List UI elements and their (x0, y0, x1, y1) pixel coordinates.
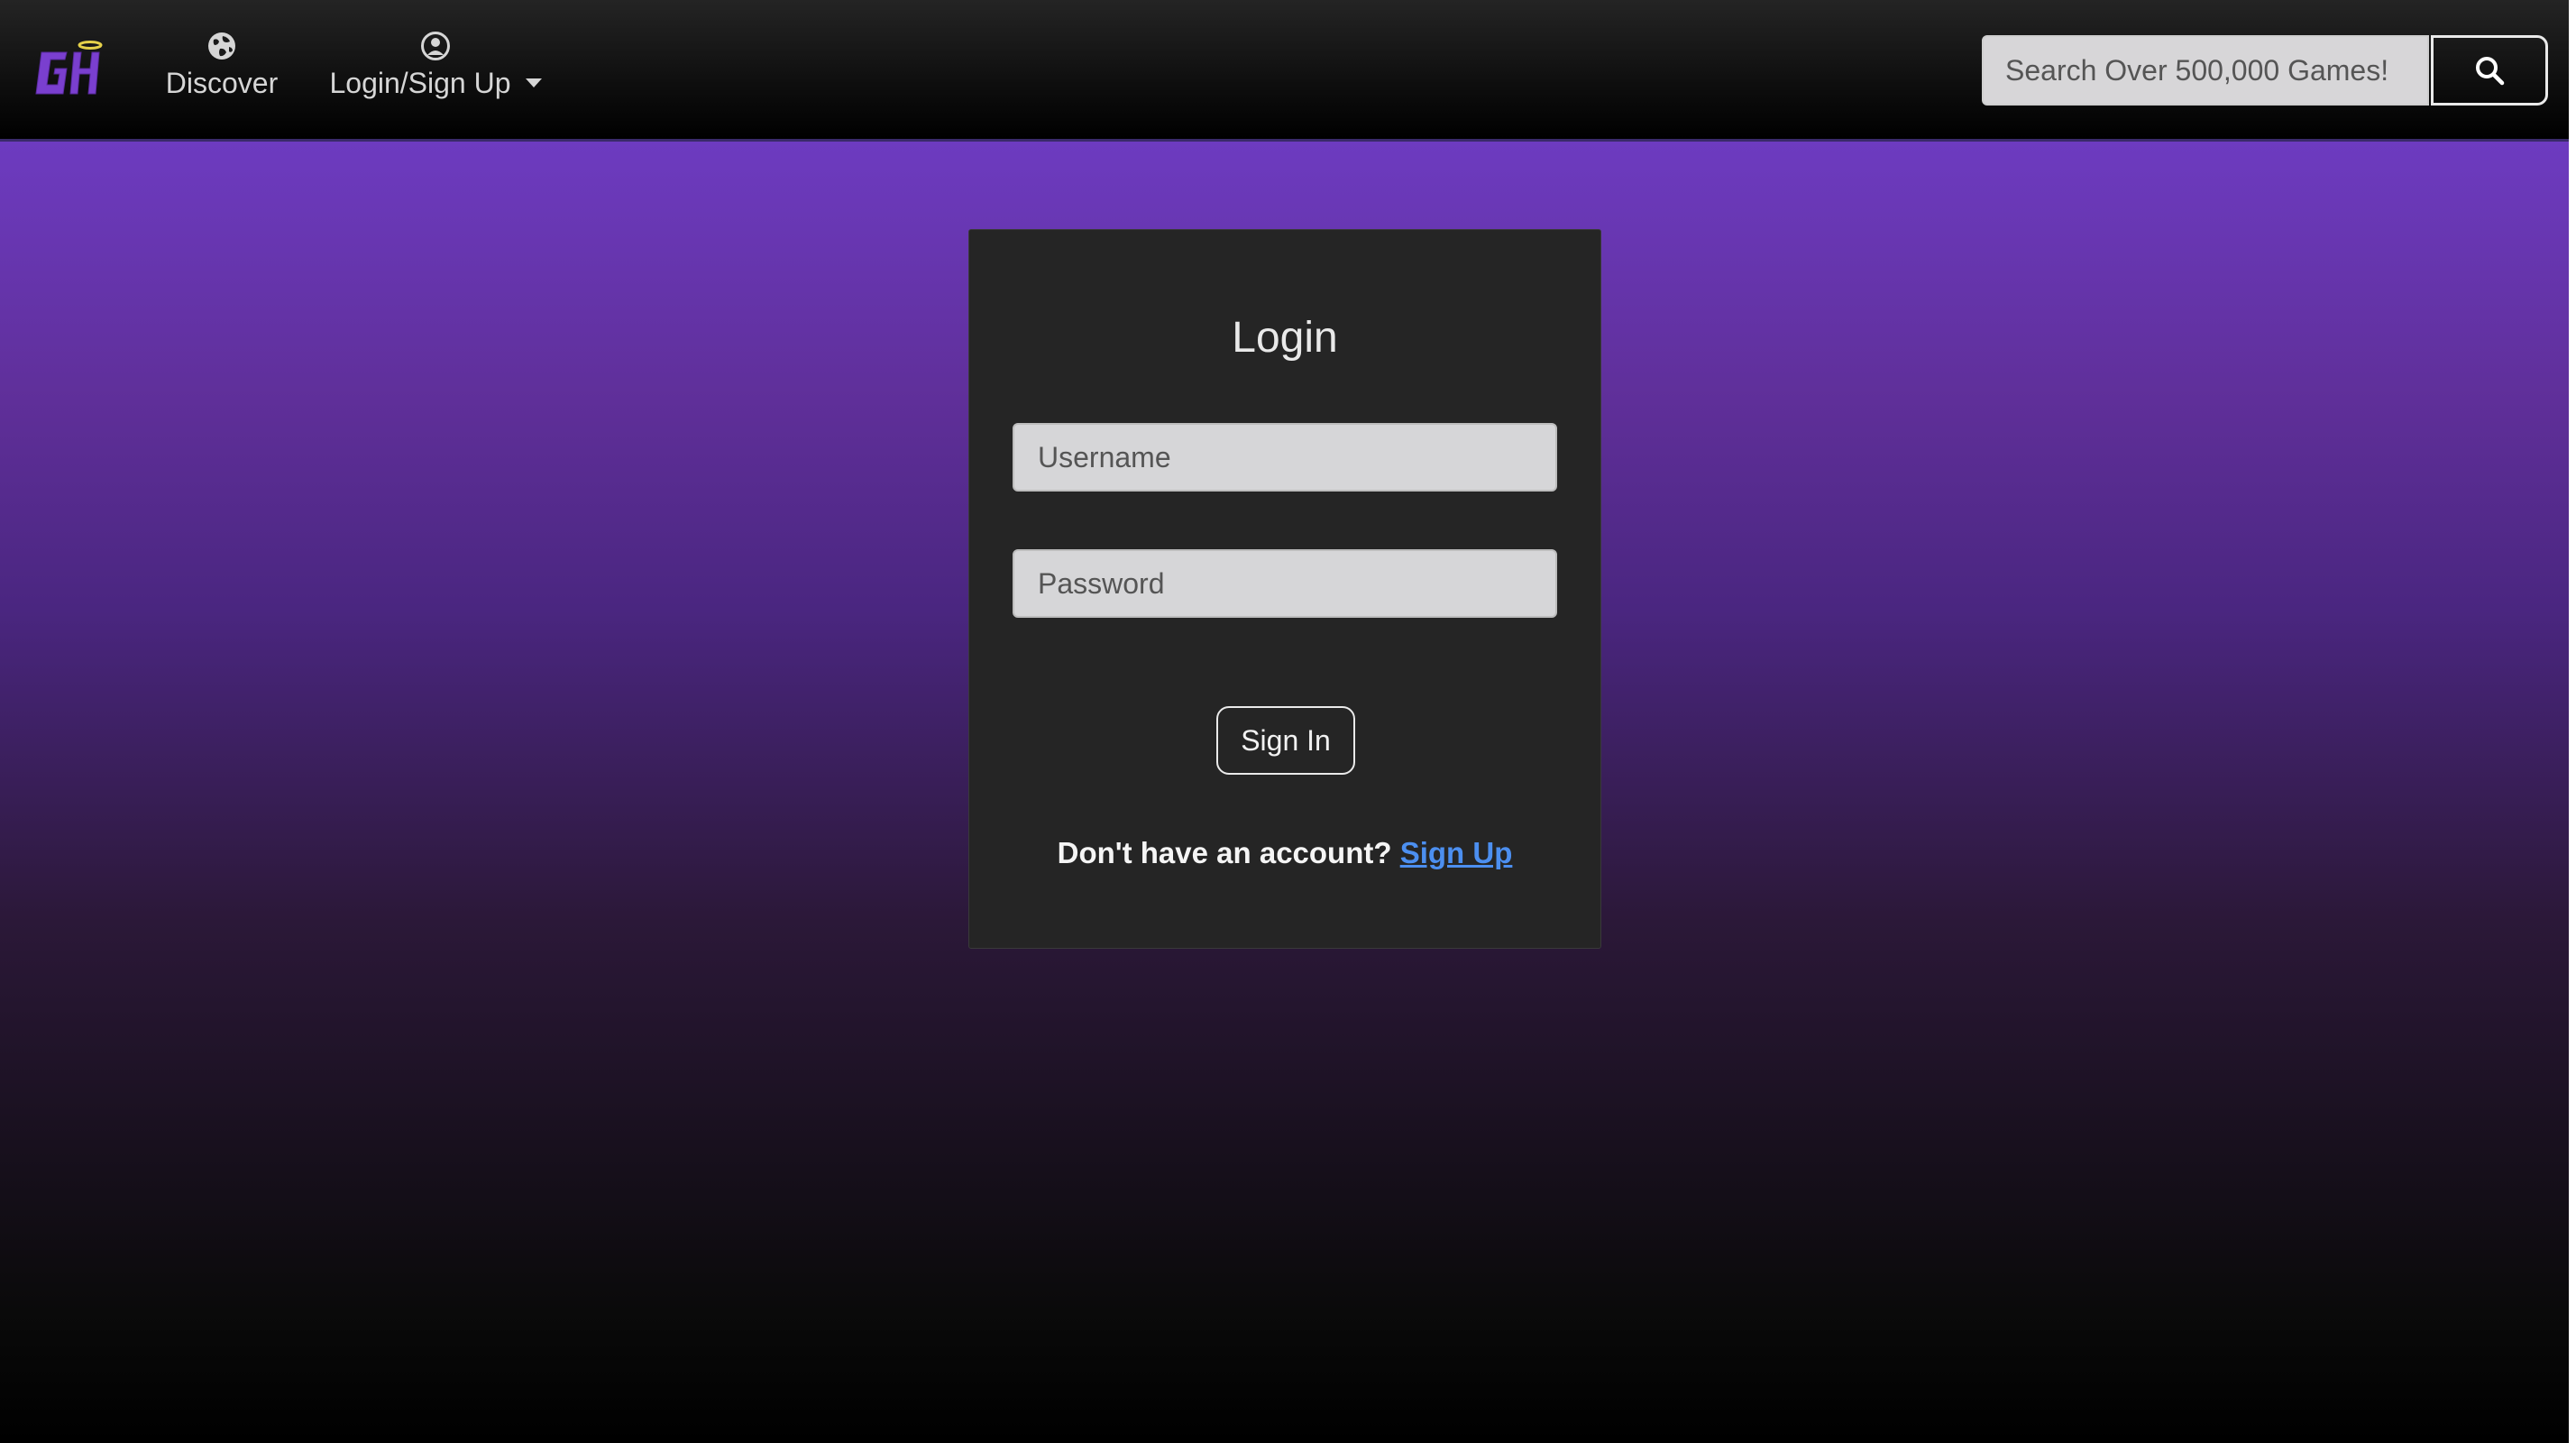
nav-login-label: Login/Sign Up (329, 67, 511, 99)
login-title: Login (1232, 314, 1338, 362)
signup-prompt: Don't have an account? Sign Up (969, 836, 1600, 870)
search-input[interactable] (1982, 35, 2429, 106)
password-field[interactable] (1013, 549, 1557, 618)
sign-up-link[interactable]: Sign Up (1400, 836, 1513, 869)
window-edge (2569, 0, 2576, 1443)
nav-discover-label: Discover (165, 67, 279, 99)
username-field[interactable] (1013, 423, 1557, 492)
no-account-text: Don't have an account? (1057, 836, 1392, 869)
search-icon (2476, 57, 2505, 86)
top-navbar: Discover Login/Sign Up (0, 0, 2569, 142)
halo-logo-icon (35, 41, 103, 95)
sign-in-button[interactable]: Sign In (1216, 706, 1355, 775)
login-card: Login Sign In Don't have an account? Sig… (968, 229, 1601, 949)
search-button[interactable] (2431, 35, 2548, 106)
chevron-down-icon (525, 78, 542, 87)
nav-login-dropdown[interactable]: Login/Sign Up (323, 31, 548, 100)
user-circle-icon (421, 32, 450, 60)
globe-icon (208, 32, 235, 60)
nav-discover[interactable]: Discover (160, 31, 283, 100)
gh-logo[interactable] (32, 40, 108, 105)
